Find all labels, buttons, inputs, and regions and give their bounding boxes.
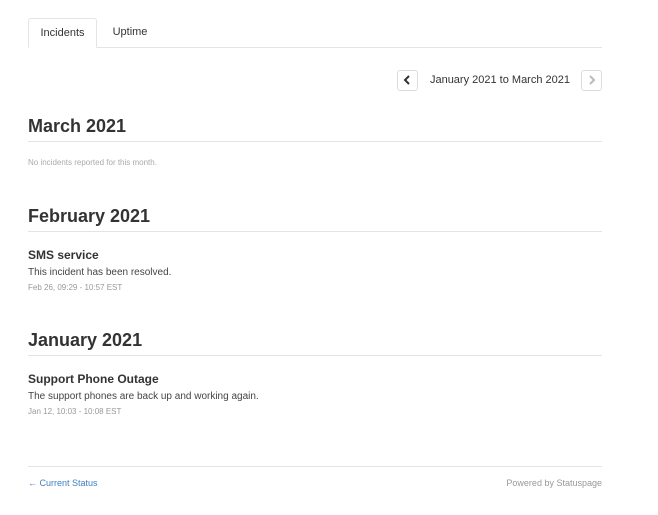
date-range-pager: January 2021 to March 2021	[396, 69, 602, 91]
month-title-january-2021: January 2021	[28, 329, 602, 356]
incident-message: This incident has been resolved.	[28, 267, 172, 278]
incident-message: The support phones are back up and worki…	[28, 391, 259, 402]
chevron-right-icon	[588, 75, 595, 85]
previous-page-button[interactable]	[396, 69, 418, 91]
chevron-left-icon	[404, 75, 411, 85]
month-title-march-2021: March 2021	[28, 115, 602, 142]
page-footer: ← Current Status Powered by Statuspage	[28, 466, 602, 493]
incident-timestamp: Jan 12, 10:03 - 10:08 EST	[28, 407, 122, 416]
status-history-page: Incidents Uptime January 2021 to March 2…	[28, 18, 602, 488]
next-page-button[interactable]	[581, 69, 602, 91]
month-title-february-2021: February 2021	[28, 205, 602, 232]
tab-incidents[interactable]: Incidents	[28, 18, 97, 48]
history-tabs: Incidents Uptime	[28, 18, 602, 48]
tab-uptime[interactable]: Uptime	[100, 18, 160, 46]
no-incidents-text: No incidents reported for this month.	[28, 158, 157, 167]
incident-title-link[interactable]: SMS service	[28, 248, 99, 262]
powered-by-statuspage[interactable]: Powered by Statuspage	[506, 478, 602, 488]
current-status-link[interactable]: ← Current Status	[28, 478, 98, 488]
incident-timestamp: Feb 26, 09:29 - 10:57 EST	[28, 283, 123, 292]
incident-title-link[interactable]: Support Phone Outage	[28, 372, 159, 386]
date-range-label: January 2021 to March 2021	[429, 74, 570, 86]
